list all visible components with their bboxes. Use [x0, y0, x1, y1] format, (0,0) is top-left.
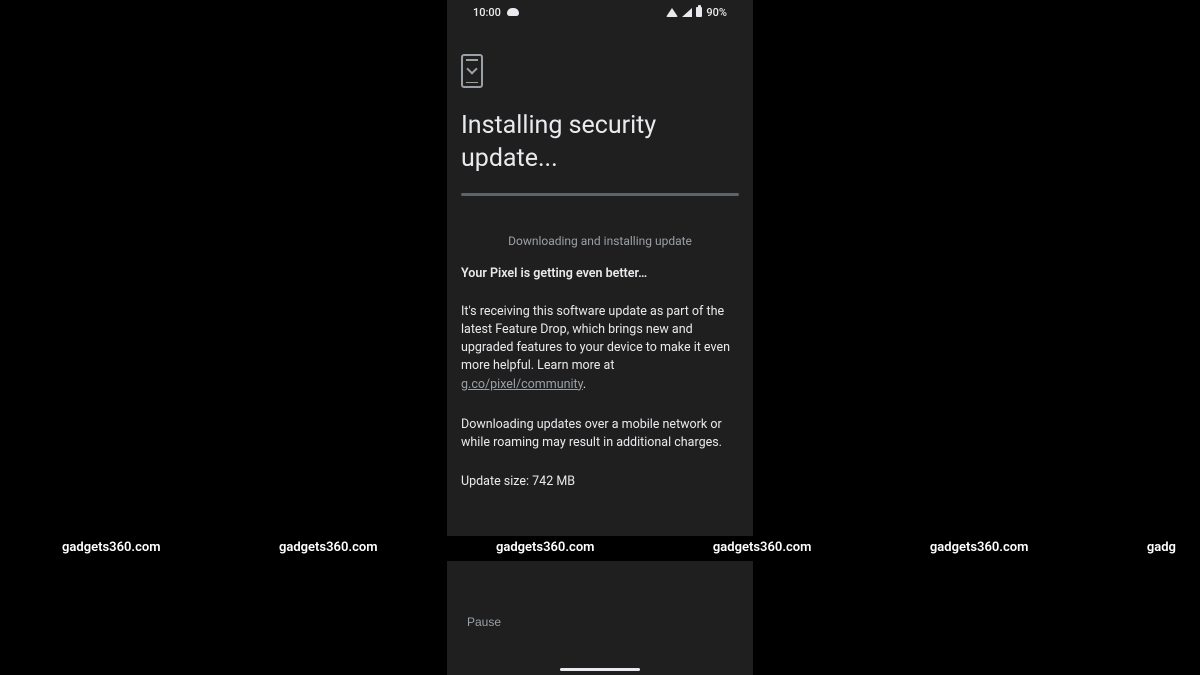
description-end: . — [583, 377, 586, 392]
nav-handle[interactable] — [560, 668, 640, 671]
description-text: It's receiving this software update as p… — [461, 304, 730, 373]
watermark-partial: gadg — [1147, 540, 1176, 560]
pause-button[interactable]: Pause — [467, 615, 501, 629]
wifi-icon — [666, 8, 678, 17]
status-text: Downloading and installing update — [461, 234, 739, 248]
cloud-icon — [507, 8, 519, 16]
update-size: Update size: 742 MB — [461, 474, 739, 489]
description: It's receiving this software update as p… — [461, 303, 739, 394]
status-left: 10:00 — [473, 6, 519, 19]
system-update-icon — [461, 54, 483, 88]
page-title: Installing security update... — [461, 110, 739, 175]
watermark: gadgets360.com — [930, 540, 1029, 560]
content-area: Installing security update... Downloadin… — [447, 24, 753, 489]
watermark-row: gadgets360.com gadgets360.com gadgets360… — [0, 540, 1200, 560]
status-time: 10:00 — [473, 6, 501, 19]
watermark: gadgets360.com — [496, 540, 595, 560]
bottom-bar: Pause — [447, 561, 753, 675]
status-bar: 10:00 90% — [447, 0, 753, 24]
battery-percent: 90% — [706, 6, 727, 19]
community-link[interactable]: g.co/pixel/community — [461, 377, 583, 392]
battery-icon — [696, 7, 702, 17]
phone-screen: 10:00 90% Installing security update... … — [447, 0, 753, 675]
progress-bar — [461, 193, 739, 196]
watermark: gadgets360.com — [279, 540, 378, 560]
watermark: gadgets360.com — [62, 540, 161, 560]
watermark: gadgets360.com — [713, 540, 812, 560]
warning-text: Downloading updates over a mobile networ… — [461, 416, 739, 452]
status-right: 90% — [666, 6, 727, 19]
signal-icon — [682, 8, 692, 17]
subtitle: Your Pixel is getting even better… — [461, 266, 739, 281]
arrow-down-icon — [466, 63, 477, 74]
